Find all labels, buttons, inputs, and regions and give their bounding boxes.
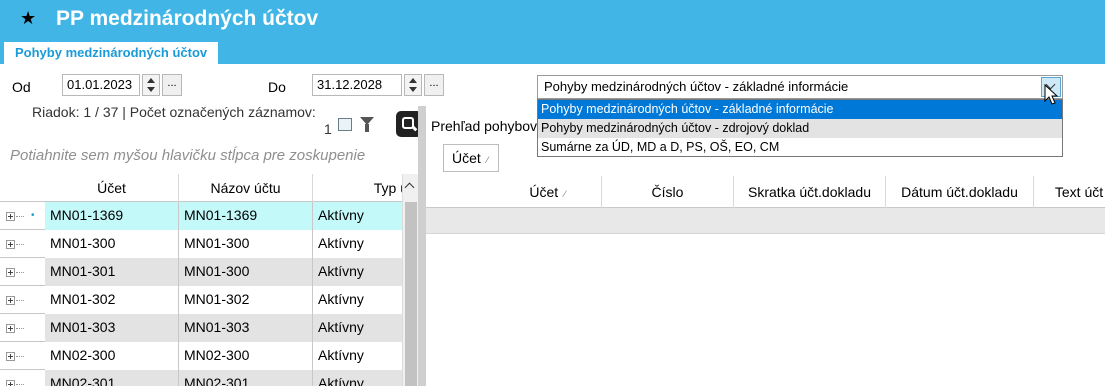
od-label: Od: [12, 79, 31, 95]
table-cell: MN01-301: [45, 258, 179, 286]
mouse-cursor-icon: [1044, 84, 1059, 105]
dropdown-option[interactable]: Sumárne za ÚD, MD a D, PS, OŠ, EO, CM: [538, 138, 1062, 157]
do-label: Do: [268, 79, 286, 95]
group-chip-ucet[interactable]: Účet ⁄: [443, 144, 499, 172]
table-cell: Aktívny: [313, 286, 403, 314]
table-cell: MN01-1369: [45, 202, 179, 230]
tree-line: [16, 216, 24, 217]
expand-icon[interactable]: [6, 212, 15, 221]
table-cell: Aktívny: [313, 342, 403, 370]
favorite-star-icon[interactable]: ★: [20, 8, 36, 29]
expand-icon[interactable]: [6, 296, 15, 305]
right-panel-title: Prehľad pohybov: [431, 118, 538, 134]
status-text: Riadok: 1 / 37 | Počet označených záznam…: [32, 104, 316, 120]
column-header-typ[interactable]: Typ ú: [313, 174, 413, 202]
scroll-thumb[interactable]: [405, 202, 417, 386]
vertical-scrollbar[interactable]: [402, 174, 418, 386]
selected-count: 1: [324, 121, 332, 137]
table-cell: MN02-300: [45, 342, 179, 370]
scroll-up-icon[interactable]: [404, 182, 415, 193]
expand-icon[interactable]: [6, 268, 15, 277]
view-select-value: Pohyby medzinárodných účtov - základné i…: [544, 79, 849, 94]
current-row-marker-icon: •: [31, 210, 35, 221]
tree-line: [16, 356, 24, 357]
title-bar: ★ PP medzinárodných účtov: [0, 0, 1105, 40]
group-hint: Potiahnite sem myšou hlavičku stĺpca pre…: [10, 147, 366, 164]
column-chooser-icon[interactable]: [338, 118, 352, 131]
group-band: [426, 208, 1105, 234]
tree-line: [16, 300, 24, 301]
table-row[interactable]: MN01-301 MN01-300 Aktívny: [0, 258, 403, 286]
table-cell: Aktívny: [313, 230, 403, 258]
column-header-ucet[interactable]: Účet: [45, 174, 179, 202]
column-header-cislo[interactable]: Číslo: [602, 176, 734, 208]
table-row[interactable]: MN02-301 MN02-301 Aktívny: [0, 370, 403, 386]
tree-line: [16, 244, 24, 245]
table-cell: MN01-1369: [179, 202, 313, 230]
dropdown-option[interactable]: Pohyby medzinárodných účtov - zdrojový d…: [538, 119, 1062, 138]
expand-icon[interactable]: [6, 324, 15, 333]
column-header-datum[interactable]: Dátum účt.dokladu: [886, 176, 1034, 208]
table-row[interactable]: MN02-300 MN02-300 Aktívny: [0, 342, 403, 370]
table-row[interactable]: MN01-302 MN01-302 Aktívny: [0, 286, 403, 314]
grid-header: Účet Názov účtu Typ ú: [0, 174, 413, 202]
view-select-dropdown: Pohyby medzinárodných účtov - základné i…: [537, 99, 1063, 157]
tree-line: [16, 328, 24, 329]
tree-line: [16, 384, 24, 385]
table-cell: MN01-303: [45, 314, 179, 342]
table-cell: MN02-301: [179, 370, 313, 386]
view-select[interactable]: Pohyby medzinárodných účtov - základné i…: [537, 75, 1063, 99]
od-spinner[interactable]: [142, 74, 160, 96]
tab-pohyby[interactable]: Pohyby medzinárodných účtov: [4, 40, 219, 64]
od-ellipsis-button[interactable]: ...: [162, 74, 182, 96]
table-cell: MN01-302: [179, 286, 313, 314]
column-header-nazov[interactable]: Názov účtu: [179, 174, 313, 202]
table-cell: MN01-300: [179, 230, 313, 258]
table-cell: MN01-303: [179, 314, 313, 342]
column-header-text[interactable]: Text účt: [1034, 176, 1105, 208]
table-cell: Aktívny: [313, 314, 403, 342]
table-cell: MN01-302: [45, 286, 179, 314]
table-cell: Aktívny: [313, 202, 403, 230]
expand-icon[interactable]: [6, 380, 15, 386]
table-row[interactable]: MN01-303 MN01-303 Aktívny: [0, 314, 403, 342]
filter-icon-stem: [365, 124, 369, 132]
accounts-grid: Účet Názov účtu Typ ú • MN01-1369 MN01-136…: [0, 174, 418, 386]
od-date-input[interactable]: 01.01.2023: [62, 74, 140, 96]
movements-grid: Účet ⁄ Číslo Skratka účt.dokladu Dátum úč…: [426, 176, 1105, 386]
table-cell: Aktívny: [313, 258, 403, 286]
table-cell: MN01-300: [179, 258, 313, 286]
column-header-skratka[interactable]: Skratka účt.dokladu: [734, 176, 886, 208]
panel-splitter[interactable]: [418, 106, 426, 386]
do-date-input[interactable]: 31.12.2028: [312, 74, 402, 96]
do-spinner[interactable]: [404, 74, 422, 96]
expand-icon[interactable]: [6, 352, 15, 361]
table-cell: Aktívny: [313, 370, 403, 386]
column-header-ucet[interactable]: Účet ⁄: [494, 176, 602, 208]
table-row[interactable]: • MN01-1369 MN01-1369 Aktívny: [0, 202, 403, 230]
grid-header: Účet ⁄ Číslo Skratka účt.dokladu Dátum úč…: [426, 176, 1105, 208]
dropdown-option[interactable]: Pohyby medzinárodných účtov - základné i…: [538, 100, 1062, 119]
page-title: PP medzinárodných účtov: [56, 7, 319, 30]
table-row[interactable]: MN01-300 MN01-300 Aktívny: [0, 230, 403, 258]
table-cell: MN01-300: [45, 230, 179, 258]
table-cell: MN02-301: [45, 370, 179, 386]
group-chip-label: Účet: [452, 150, 481, 166]
tree-line: [16, 272, 24, 273]
expand-icon[interactable]: [6, 240, 15, 249]
table-cell: MN02-300: [179, 342, 313, 370]
tab-strip: Pohyby medzinárodných účtov: [0, 40, 1105, 64]
do-ellipsis-button[interactable]: ...: [424, 74, 444, 96]
